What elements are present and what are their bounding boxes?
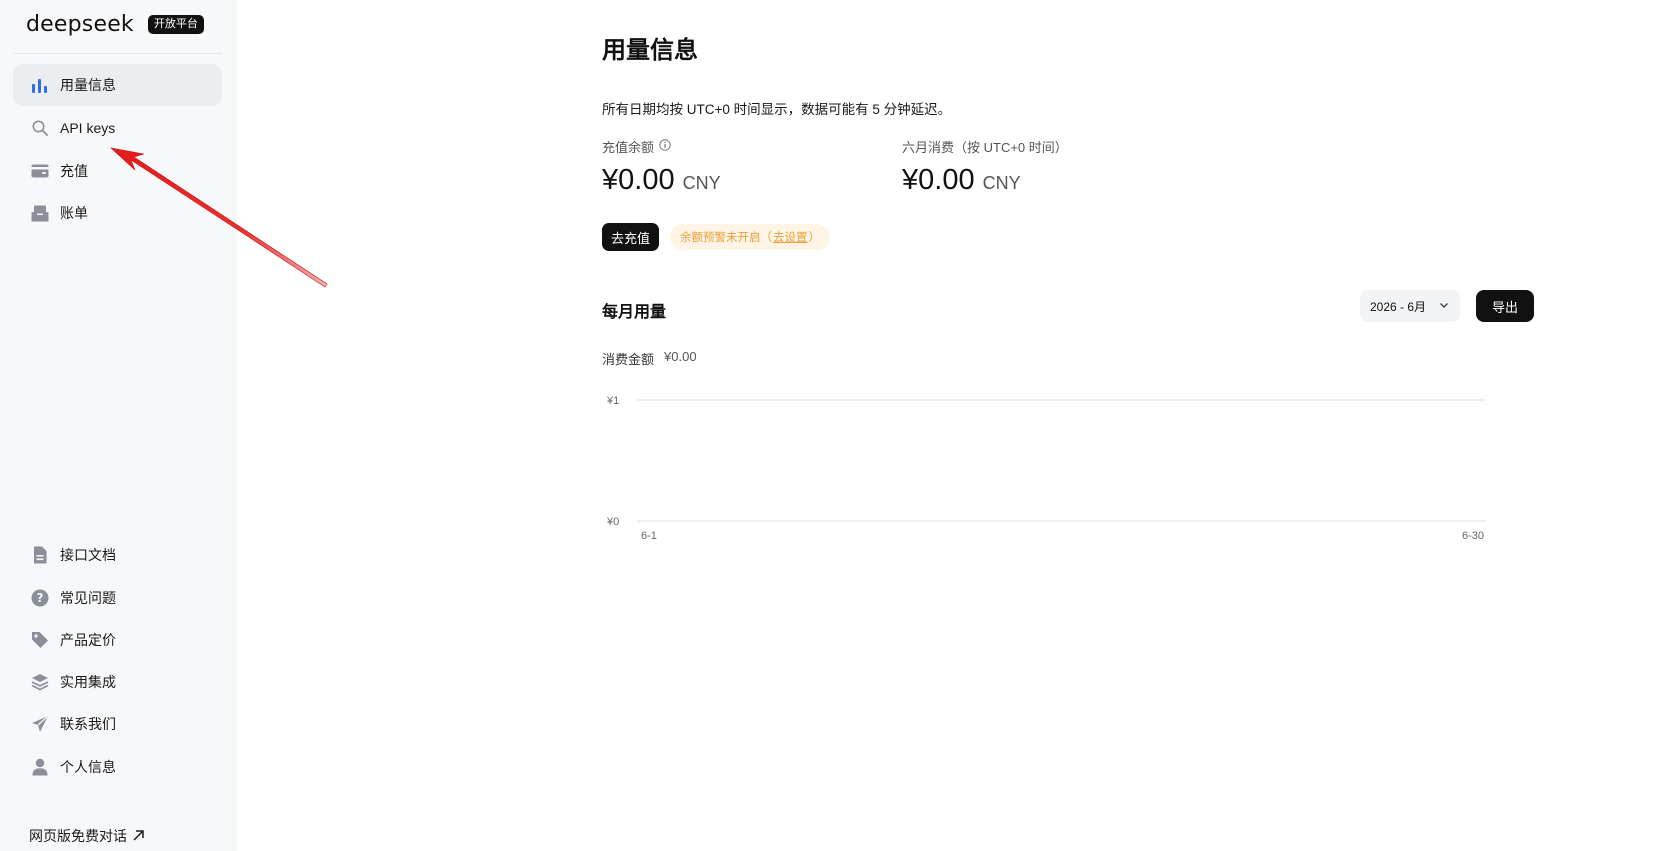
- brand-divider: [14, 53, 222, 54]
- sidebar-item-usage[interactable]: 用量信息: [13, 64, 222, 106]
- sidebar-item-integrations[interactable]: 实用集成: [13, 661, 222, 703]
- brand-logo: deepseek: [26, 12, 134, 37]
- document-icon: [30, 545, 50, 565]
- balance-stat: 充值余额 ¥0.00 CNY: [602, 137, 721, 197]
- balance-alert-badge: 余额预警未开启（ 去设置 ）: [670, 224, 830, 250]
- question-icon: ?: [30, 588, 50, 608]
- web-chat-link[interactable]: 网页版免费对话: [29, 826, 144, 846]
- monthly-spend-amount: ¥0.00: [902, 164, 975, 196]
- sidebar-item-api-keys[interactable]: API keys: [13, 107, 222, 149]
- sidebar-item-label: 常见问题: [60, 590, 116, 606]
- chart-y-tick-label: ¥0: [606, 516, 619, 528]
- monthly-spend-label: 六月消费（按 UTC+0 时间）: [902, 140, 1068, 155]
- sidebar-item-bills[interactable]: 账单: [13, 192, 222, 234]
- balance-alert-prefix: 余额预警未开启（: [680, 232, 772, 244]
- inbox-icon: [30, 203, 50, 223]
- spend-summary: 消费金额 ¥0.00: [602, 349, 697, 368]
- sidebar-item-recharge[interactable]: 充值: [13, 150, 222, 192]
- sidebar-item-pricing[interactable]: 产品定价: [13, 619, 222, 661]
- export-button[interactable]: 导出: [1476, 290, 1534, 322]
- balance-amount: ¥0.00: [602, 164, 675, 196]
- usage-chart: ¥0 ¥1 6-1 6-30: [606, 395, 1486, 540]
- monthly-spend-unit: CNY: [982, 173, 1021, 193]
- spend-value: ¥0.00: [664, 349, 697, 364]
- svg-text:?: ?: [37, 591, 44, 605]
- sidebar-item-faq[interactable]: ? 常见问题: [13, 577, 222, 619]
- external-link-icon: [133, 828, 144, 844]
- balance-alert-settings-link[interactable]: 去设置: [773, 229, 808, 245]
- sidebar-item-label: 实用集成: [60, 674, 116, 690]
- brand[interactable]: deepseek 开放平台: [26, 12, 204, 37]
- sidebar-item-api-docs[interactable]: 接口文档: [13, 534, 222, 576]
- bar-chart-icon: [30, 75, 50, 95]
- page-title: 用量信息: [602, 37, 698, 64]
- sidebar-item-profile[interactable]: 个人信息: [13, 746, 222, 788]
- app-root: deepseek 开放平台 用量信息 API keys 充值 账单 接口文档 ?…: [0, 0, 1653, 851]
- brand-badge: 开放平台: [147, 15, 204, 34]
- sidebar-item-label: 个人信息: [60, 759, 116, 775]
- sidebar: deepseek 开放平台 用量信息 API keys 充值 账单 接口文档 ?…: [0, 0, 237, 851]
- search-icon: [30, 118, 50, 138]
- tag-icon: [30, 630, 50, 650]
- monthly-spend-stat: 六月消费（按 UTC+0 时间） ¥0.00 CNY: [902, 137, 1068, 197]
- sidebar-item-contact[interactable]: 联系我们: [13, 703, 222, 745]
- sidebar-item-label: API keys: [60, 120, 116, 136]
- month-select[interactable]: 2026 - 6月: [1360, 290, 1460, 322]
- user-icon: [30, 757, 50, 777]
- sidebar-item-label: 充值: [60, 163, 88, 179]
- sidebar-item-label: 接口文档: [60, 547, 116, 563]
- balance-label: 充值余额: [602, 140, 655, 155]
- chart-x-tick-label: 6-1: [641, 530, 657, 540]
- main-content: 用量信息 所有日期均按 UTC+0 时间显示，数据可能有 5 分钟延迟。 充值余…: [237, 0, 1653, 851]
- monthly-usage-title: 每月用量: [602, 304, 667, 321]
- layers-icon: [30, 672, 50, 692]
- info-icon[interactable]: [659, 139, 671, 154]
- timezone-notice: 所有日期均按 UTC+0 时间显示，数据可能有 5 分钟延迟。: [602, 102, 952, 117]
- wallet-icon: [30, 161, 50, 181]
- recharge-button[interactable]: 去充值: [602, 223, 660, 251]
- chart-x-tick-label: 6-30: [1462, 530, 1484, 540]
- balance-unit: CNY: [682, 173, 721, 193]
- sidebar-item-label: 产品定价: [60, 632, 116, 648]
- sidebar-item-label: 账单: [60, 205, 88, 221]
- web-chat-link-label: 网页版免费对话: [29, 828, 127, 844]
- balance-alert-suffix: ）: [808, 232, 821, 244]
- chevron-down-icon: [1438, 299, 1450, 314]
- send-icon: [30, 714, 50, 734]
- spend-label: 消费金额: [602, 352, 655, 367]
- month-select-value: 2026 - 6月: [1370, 299, 1427, 314]
- sidebar-item-label: 用量信息: [60, 77, 116, 93]
- chart-y-tick-label: ¥1: [606, 395, 619, 407]
- sidebar-item-label: 联系我们: [60, 716, 116, 732]
